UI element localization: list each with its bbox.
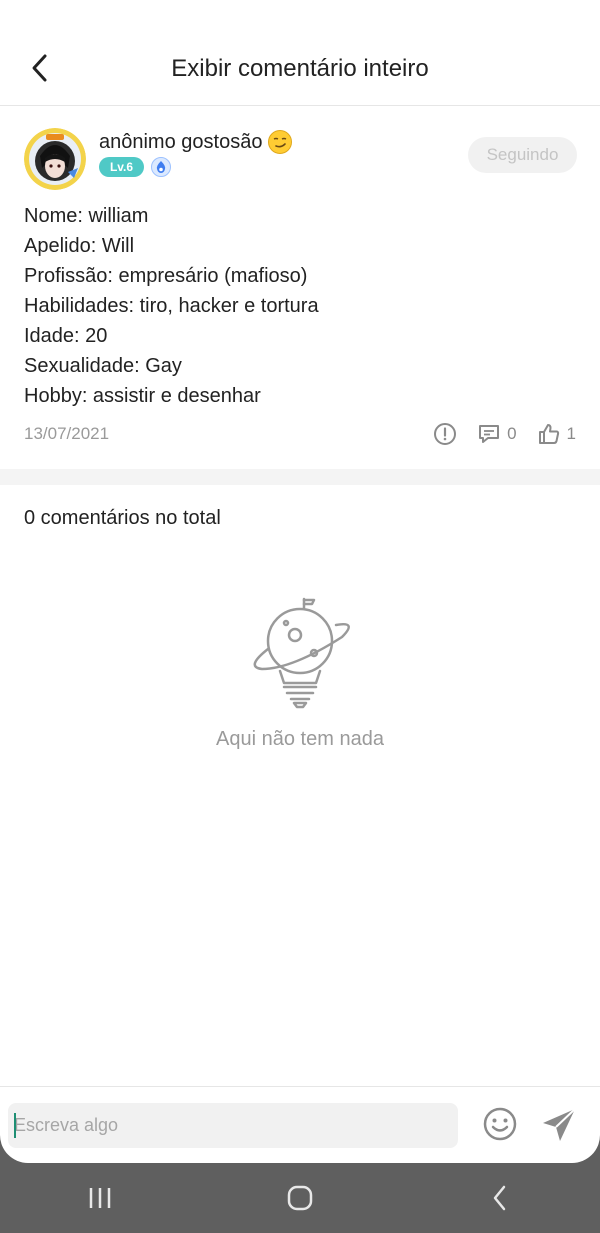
comment-icon bbox=[479, 425, 500, 443]
screen: Exibir comentário inteiro anônimo gostos… bbox=[0, 0, 600, 1163]
system-back-button[interactable] bbox=[470, 1168, 530, 1228]
system-nav-bar bbox=[0, 1163, 600, 1233]
planet-bulb-icon bbox=[253, 597, 350, 709]
comment-button[interactable]: 0 bbox=[477, 422, 517, 446]
comment-composer bbox=[0, 1086, 600, 1163]
comments-total: 0 comentários no total bbox=[24, 507, 221, 529]
recent-apps-icon bbox=[89, 1188, 111, 1208]
text-caret bbox=[14, 1113, 16, 1138]
alert-circle-icon bbox=[434, 423, 457, 445]
smirk-emoji-icon bbox=[268, 130, 293, 154]
post-actions: 0 1 bbox=[433, 422, 576, 446]
page-title: Exibir comentário inteiro bbox=[171, 55, 429, 82]
section-divider bbox=[0, 469, 600, 485]
post-line: Nome: william bbox=[24, 205, 149, 227]
empty-state-text: Aqui não tem nada bbox=[216, 728, 384, 750]
post-line: Apelido: Will bbox=[24, 235, 135, 257]
post-line: Habilidades: tiro, hacker e tortura bbox=[24, 295, 319, 317]
send-icon bbox=[543, 1108, 576, 1141]
report-button[interactable] bbox=[433, 422, 457, 446]
avatar-image bbox=[24, 128, 86, 190]
home-button[interactable] bbox=[270, 1168, 330, 1228]
smiley-icon bbox=[483, 1107, 517, 1141]
following-button[interactable]: Seguindo bbox=[468, 137, 577, 173]
home-icon bbox=[287, 1185, 313, 1211]
post-line: Sexualidade: Gay bbox=[24, 355, 182, 377]
back-arrow-icon bbox=[493, 1185, 506, 1211]
flame-badge-icon bbox=[151, 157, 171, 177]
recent-apps-button[interactable] bbox=[70, 1168, 130, 1228]
top-bar: Exibir comentário inteiro bbox=[0, 0, 600, 106]
comment-input-wrapper bbox=[8, 1103, 458, 1148]
post-line: Idade: 20 bbox=[24, 325, 108, 347]
level-badge: Lv.6 bbox=[99, 157, 144, 177]
post-meta: 13/07/2021 0 1 bbox=[24, 420, 576, 448]
thumbs-up-icon bbox=[538, 424, 559, 444]
author-name-text: anônimo gostosão bbox=[99, 130, 263, 153]
post-line: Hobby: assistir e desenhar bbox=[24, 385, 261, 407]
post-body: Nome: william Apelido: Will Profissão: e… bbox=[24, 201, 319, 411]
like-count: 1 bbox=[566, 424, 576, 443]
avatar[interactable] bbox=[24, 128, 86, 190]
like-button[interactable]: 1 bbox=[537, 422, 576, 446]
comment-input[interactable] bbox=[8, 1103, 458, 1148]
post-card: anônimo gostosão Lv.6 Seguindo Nome: wil… bbox=[0, 106, 600, 469]
send-button[interactable] bbox=[540, 1106, 578, 1144]
comment-count: 0 bbox=[507, 424, 517, 443]
post-date: 13/07/2021 bbox=[24, 424, 110, 443]
emoji-button[interactable] bbox=[482, 1106, 518, 1142]
post-line: Profissão: empresário (mafioso) bbox=[24, 265, 308, 287]
author-name[interactable]: anônimo gostosão bbox=[99, 130, 293, 154]
